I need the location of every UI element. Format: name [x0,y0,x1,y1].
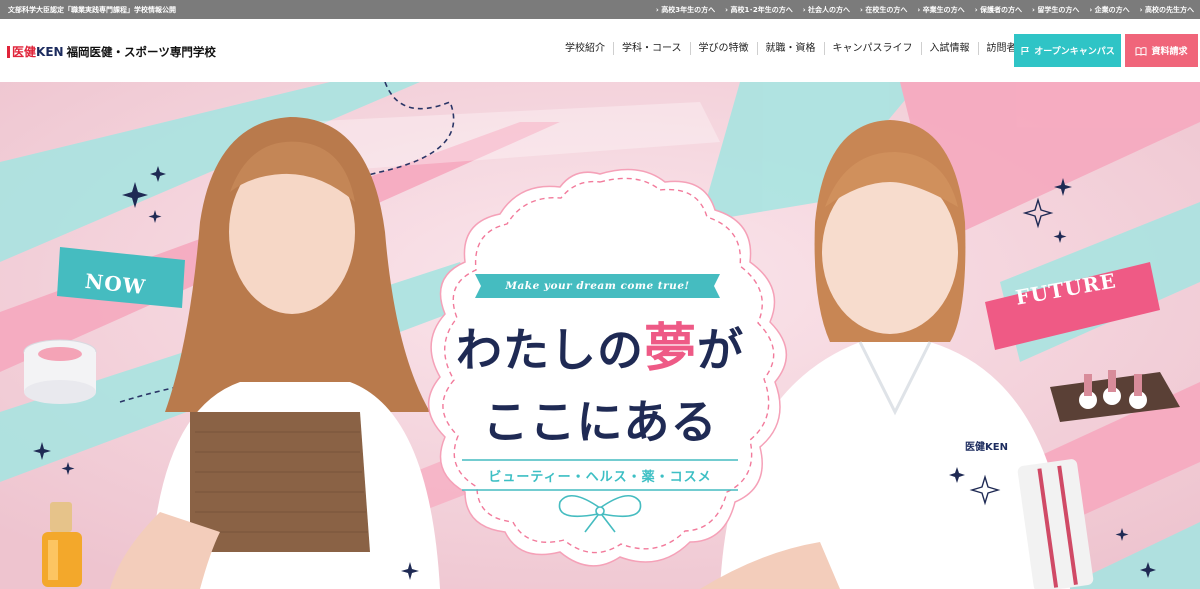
site-header: 医健 KEN 福岡医健・スポーツ専門学校 学校紹介 学科・コース 学びの特徴 就… [0,19,1200,82]
headline-part2: が [697,323,744,377]
school-name: 福岡医健・スポーツ専門学校 [66,44,216,59]
audience-links: 高校3年生の方へ 高校1･2年生の方へ 社会人の方へ 在校生の方へ 卒業生の方へ… [656,5,1194,15]
audience-link-working-adults[interactable]: 社会人の方へ [803,5,850,15]
utility-bar: 文部科学大臣認定「職業実践専門課程」学校情報公開 高校3年生の方へ 高校1･2年… [0,0,1200,19]
logo-bar-icon [7,45,10,58]
headline-line1: わたしの夢が [440,306,760,381]
open-campus-label: オープンキャンパス [1034,47,1115,57]
audience-link-companies[interactable]: 企業の方へ [1089,5,1130,15]
audience-link-graduates[interactable]: 卒業生の方へ [917,5,965,15]
book-icon [1135,46,1147,56]
certification-link[interactable]: 文部科学大臣認定「職業実践専門課程」学校情報公開 [8,5,176,15]
uniform-logo: 医健KEN [965,440,1008,453]
nav-item-courses[interactable]: 学科・コース [614,42,691,55]
nav-item-careers[interactable]: 就職・資格 [758,42,825,55]
headline-line2: ここにある [482,395,718,449]
nav-item-about[interactable]: 学校紹介 [557,42,614,55]
tagline-banner: Make your dream come true! [475,274,720,298]
audience-link-hs12[interactable]: 高校1･2年生の方へ [725,5,792,15]
nav-item-admissions[interactable]: 入試情報 [922,42,979,55]
audience-link-current-students[interactable]: 在校生の方へ [860,5,907,15]
logo-mark-navy: KEN [36,44,64,59]
tagline-text: Make your dream come true! [505,280,690,292]
flag-icon [1021,46,1030,55]
audience-link-teachers[interactable]: 高校の先生方へ [1140,5,1194,15]
hero-section: 医健KEN Make your dream come true! わたしの夢が … [0,82,1200,589]
audience-link-international[interactable]: 留学生の方へ [1032,5,1079,15]
logo-mark-red: 医健 [12,45,37,59]
nav-item-features[interactable]: 学びの特徴 [691,42,758,55]
audience-link-parents[interactable]: 保護者の方へ [975,5,1022,15]
global-nav: 学校紹介 学科・コース 学びの特徴 就職・資格 キャンパスライフ 入試情報 訪問… [557,42,1035,55]
open-campus-button[interactable]: オープンキャンパス [1014,34,1121,67]
request-docs-button[interactable]: 資料請求 [1125,34,1198,67]
audience-link-hs3[interactable]: 高校3年生の方へ [656,5,715,15]
headline-highlight: 夢 [643,319,697,379]
nav-item-campus-life[interactable]: キャンパスライフ [825,42,922,55]
hero-subtitle: ビューティー・ヘルス・薬・コスメ [488,470,712,485]
headline-part1: わたしの [455,323,644,377]
site-logo[interactable]: 医健 KEN 福岡医健・スポーツ専門学校 [7,43,216,60]
aroma-candle-prop [23,339,97,404]
request-docs-label: 資料請求 [1151,47,1188,57]
